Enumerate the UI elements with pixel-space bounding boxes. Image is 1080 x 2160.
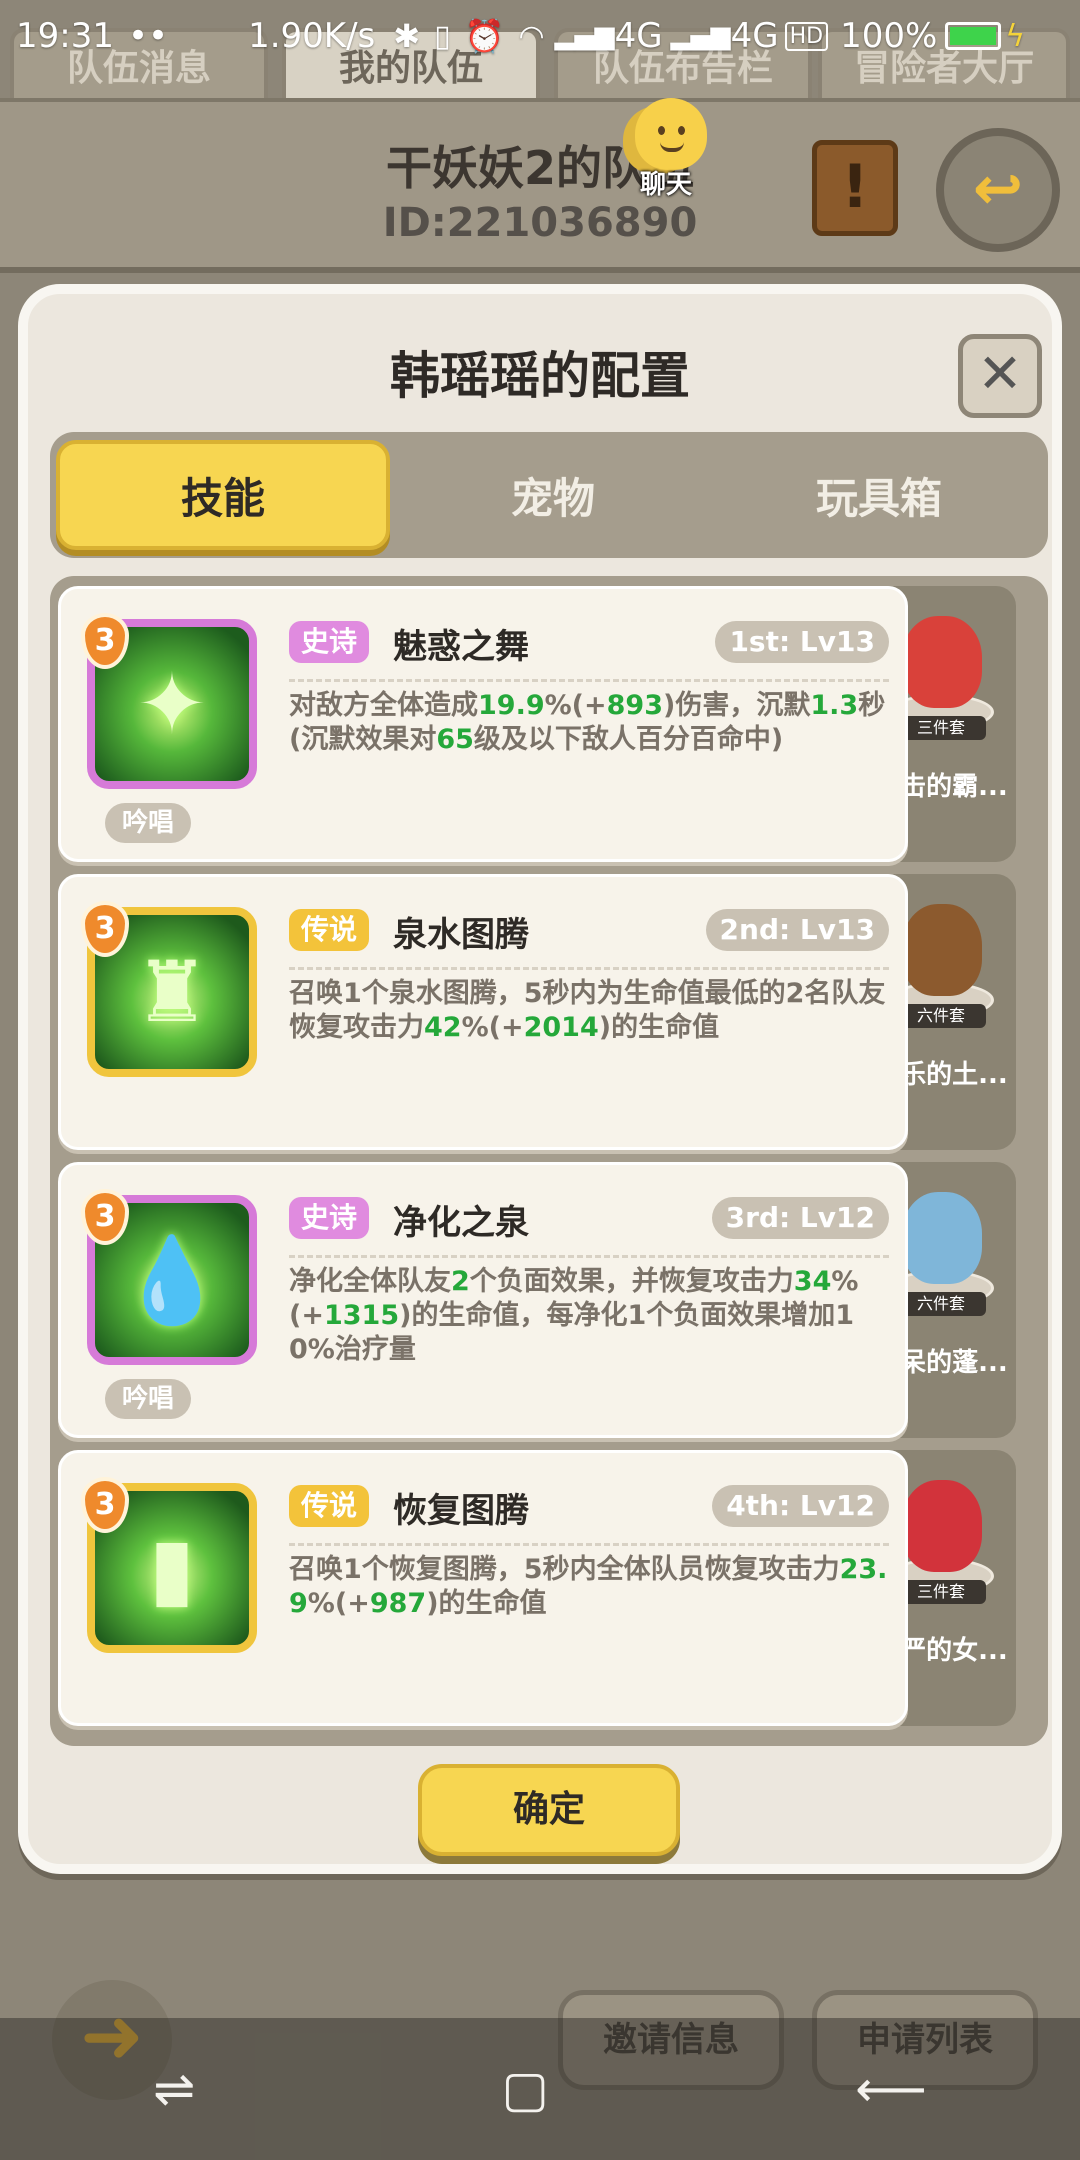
skill-value: 1315 (323, 1300, 400, 1331)
chant-tag: 吟唱 (105, 803, 191, 843)
skill-text: 召唤1个恢复图腾，5秒内全体队员恢复攻击力 (289, 1554, 840, 1585)
wifi-icon: ◠ (518, 18, 545, 54)
charging-icon: ϟ (1005, 18, 1026, 54)
tab-skills[interactable]: 技能 (56, 440, 390, 550)
divider (289, 967, 889, 970)
skill-text: %(+ (544, 690, 607, 721)
chat-button[interactable]: 聊天 (600, 98, 720, 200)
pet-avatar (902, 1192, 982, 1284)
team-id: ID:221036890 (382, 200, 698, 246)
pet-avatar (902, 1480, 982, 1572)
alarm-icon: ⏰ (464, 17, 505, 55)
pet-avatar (902, 904, 982, 996)
menu-icon[interactable]: ⇌ (153, 2060, 195, 2118)
skill-card[interactable]: ✦ 3 吟唱 史诗 魅惑之舞 1st: Lv13 对敌方全体造成19.9%(+893)伤害，… (58, 586, 908, 862)
skill-text: )的生命值 (426, 1588, 547, 1619)
rarity-badge: 史诗 (289, 621, 370, 663)
skill-text: )伤害，沉默 (663, 690, 811, 721)
rarity-badge: 传说 (289, 1485, 370, 1527)
divider (289, 679, 889, 682)
signal-icon: ▂▄▆ (554, 21, 615, 51)
skill-value: 2014 (523, 1012, 599, 1043)
skill-name: 泉水图腾 (393, 915, 529, 955)
skill-slot-level: 1st: Lv13 (715, 621, 889, 663)
skill-description: 净化全体队友2个负面效果，并恢复攻击力34%(+1315)的生命值，每净化1个负… (289, 1265, 889, 1367)
skill-value: 65 (436, 724, 474, 755)
skill-card[interactable]: 💧 3 吟唱 史诗 净化之泉 3rd: Lv12 净化全体队友2个负面效果，并恢复攻击力34… (58, 1162, 908, 1438)
skill-text: 对敌方全体造成 (289, 690, 478, 721)
skill-text: %(+ (461, 1012, 524, 1043)
signal-icon: ▂▄▆ (670, 21, 731, 51)
skill-text: %(+ (307, 1588, 370, 1619)
team-name: 干妖妖2的队伍 (385, 141, 694, 195)
skill-card[interactable]: ♜ 3 传说 泉水图腾 2nd: Lv13 召唤1个泉水图腾，5秒内为生命值最低的2名队友… (58, 874, 908, 1150)
modal-title: 韩瑶瑶的配置 (390, 347, 690, 405)
notice-scroll-icon[interactable]: ! (812, 140, 898, 236)
skill-name: 净化之泉 (393, 1203, 529, 1243)
skill-value: 893 (606, 690, 664, 721)
skill-slot-level: 4th: Lv12 (712, 1485, 889, 1527)
skill-card[interactable]: ▮ 3 传说 恢复图腾 4th: Lv12 召唤1个恢复图腾，5秒内全体队员恢复攻击力23… (58, 1450, 908, 1726)
skill-value: 34 (793, 1266, 832, 1297)
skill-value: 2 (451, 1266, 470, 1297)
bluetooth-icon: ✱ (393, 17, 421, 55)
pet-set-badge: 三件套 (896, 1580, 986, 1604)
skill-name: 恢复图腾 (393, 1491, 529, 1531)
tab-pets[interactable]: 宠物 (390, 440, 716, 550)
network-type: 4G (614, 16, 663, 56)
chat-icon (635, 98, 707, 170)
skill-text: 级及以下敌人百分百命中) (473, 724, 784, 755)
battery-icon (945, 22, 1002, 50)
skill-description: 召唤1个泉水图腾，5秒内为生命值最低的2名队友恢复攻击力42%(+2014)的生… (289, 977, 889, 1045)
config-modal: 韩瑶瑶的配置 ✕ 技能 宠物 玩具箱 三件套 进击的霸... ✦ 3 吟唱 史诗 魅惑之舞 1… (18, 284, 1062, 1874)
system-nav-bar: ⇌ ▢ ⟵ (0, 2018, 1080, 2160)
battery-percent: 100% (840, 16, 938, 56)
close-button[interactable]: ✕ (958, 334, 1042, 418)
rarity-badge: 传说 (289, 909, 370, 951)
skill-value: 1.3 (810, 690, 859, 721)
skill-slot-level: 2nd: Lv13 (705, 909, 889, 951)
skill-description: 对敌方全体造成19.9%(+893)伤害，沉默1.3秒(沉默效果对65级及以下敌… (289, 689, 889, 757)
status-speed: 1.90K/s (248, 16, 376, 56)
skill-text: 净化全体队友 (289, 1266, 451, 1297)
divider (289, 1255, 889, 1258)
vibrate-icon: ▯ (434, 18, 451, 54)
confirm-button[interactable]: 确定 (418, 1764, 680, 1856)
skill-text: 个负面效果，并恢复攻击力 (469, 1266, 794, 1297)
exit-team-button[interactable]: ↩ (936, 128, 1060, 252)
pet-set-badge: 三件套 (896, 716, 986, 740)
status-bar: 19:31 •• 1.90K/s ✱ ▯ ⏰ ◠ ▂▄▆ 4G ▂▄▆ 4G H… (0, 0, 1080, 72)
skill-slot-level: 3rd: Lv12 (711, 1197, 889, 1239)
skill-description: 召唤1个恢复图腾，5秒内全体队员恢复攻击力23.9%(+987)的生命值 (289, 1553, 889, 1621)
chant-tag: 吟唱 (105, 1379, 191, 1419)
pet-set-badge: 六件套 (896, 1004, 986, 1028)
pet-set-badge: 六件套 (896, 1292, 986, 1316)
status-time: 19:31 (16, 16, 114, 56)
network-type: 4G (730, 16, 779, 56)
skill-value: 42 (424, 1012, 462, 1043)
divider (289, 1543, 889, 1546)
skill-value: 987 (369, 1588, 427, 1619)
skill-text: )的生命值 (598, 1012, 720, 1043)
hd-icon: HD (784, 21, 829, 51)
skill-value: 19.9 (478, 690, 545, 721)
home-icon[interactable]: ▢ (501, 2060, 548, 2118)
back-icon[interactable]: ⟵ (855, 2060, 927, 2118)
config-tabs: 技能 宠物 玩具箱 (50, 432, 1048, 558)
pet-avatar (902, 616, 982, 708)
skill-name: 魅惑之舞 (393, 627, 529, 667)
rarity-badge: 史诗 (289, 1197, 370, 1239)
tab-toybox[interactable]: 玩具箱 (716, 440, 1042, 550)
chat-label: 聊天 (639, 170, 692, 200)
status-dots: •• (127, 16, 169, 56)
